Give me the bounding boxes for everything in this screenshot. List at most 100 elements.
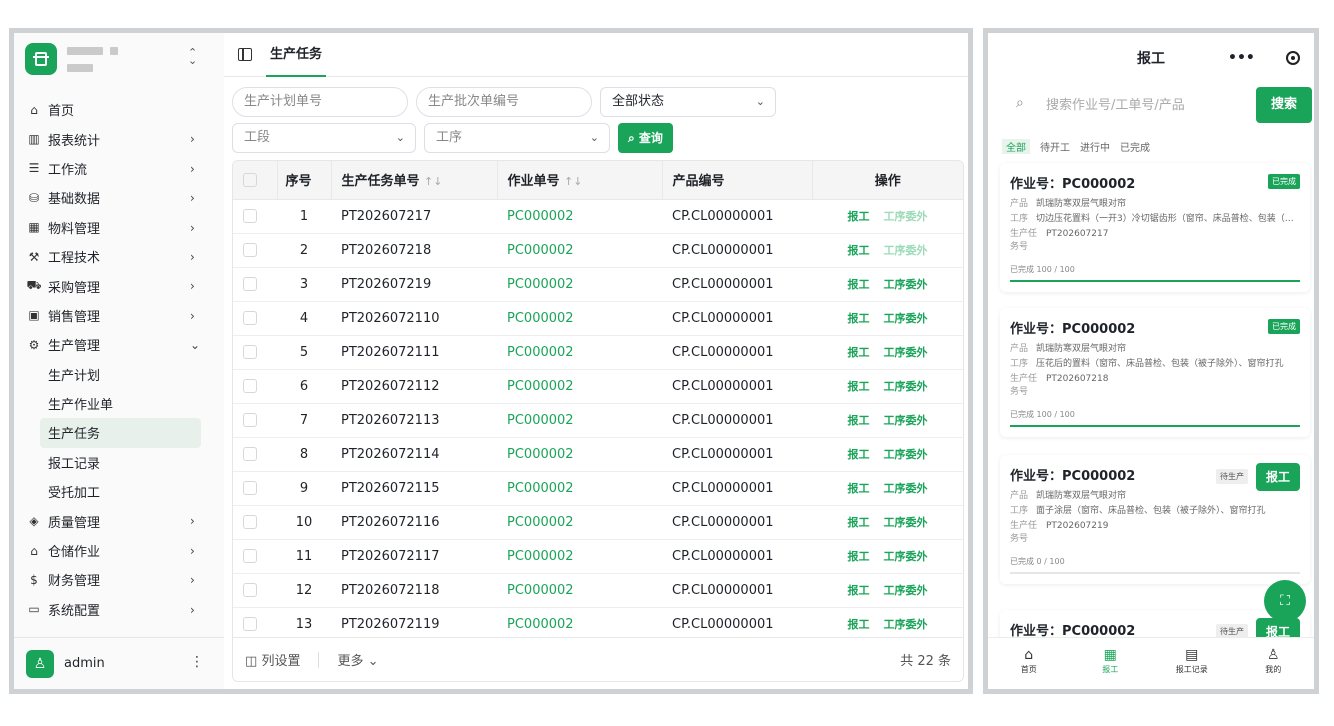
process-select[interactable]: 工序 ⌄ [424, 123, 610, 153]
outsource-link[interactable]: 工序委外 [884, 380, 928, 393]
more-vertical-icon[interactable]: ⋮ [190, 654, 204, 670]
chevron-updown-icon[interactable]: ⌃ ⌄ [188, 47, 197, 66]
row-checkbox[interactable] [243, 243, 257, 257]
report-link[interactable]: 报工 [848, 550, 870, 563]
row-work-no-link[interactable]: PC000002 [497, 301, 662, 336]
row-work-no-link[interactable]: PC000002 [497, 403, 662, 438]
row-work-no-link[interactable]: PC000002 [497, 335, 662, 370]
task-card[interactable]: 作业号：PC000002 已完成 产品 凯瑞防寒双层气眼对帘 工序 切边压花置料（一开3）… [1000, 163, 1310, 292]
sidebar-subitem[interactable]: 受托加工 [14, 477, 224, 506]
outsource-link[interactable]: 工序委外 [884, 346, 928, 359]
report-link[interactable]: 报工 [848, 618, 870, 631]
plan-no-input[interactable]: 生产计划单号 [232, 87, 408, 117]
report-link[interactable]: 报工 [848, 482, 870, 495]
row-work-no-link[interactable]: PC000002 [497, 233, 662, 268]
report-link[interactable]: 报工 [848, 210, 870, 223]
report-link[interactable]: 报工 [848, 448, 870, 461]
row-checkbox[interactable] [243, 447, 257, 461]
sidebar-item-wrench[interactable]: ⚒ 工程技术 › [14, 242, 224, 271]
nav-mine[interactable]: ♙ 我的 [1233, 638, 1315, 689]
report-link[interactable]: 报工 [848, 278, 870, 291]
close-circle-icon[interactable] [1286, 51, 1300, 65]
row-work-no-link[interactable]: PC000002 [497, 369, 662, 404]
more-dots-icon[interactable]: ••• [1228, 51, 1255, 65]
row-checkbox[interactable] [243, 515, 257, 529]
col-task-no[interactable]: 生产任务单号 ↑↓ [331, 161, 498, 200]
sidebar-item-grid[interactable]: ▦ 物料管理 › [14, 213, 224, 242]
sidebar-item-database[interactable]: ⛁ 基础数据 › [14, 183, 224, 212]
select-all-checkbox[interactable] [243, 172, 257, 187]
row-work-no-link[interactable]: PC000002 [497, 505, 662, 540]
sidebar-subitem[interactable]: 生产作业单 [14, 389, 224, 418]
sidebar-subitem[interactable]: 生产任务 [40, 418, 201, 448]
sidebar-item-gear[interactable]: ⚙ 生产管理 ⌄ [14, 330, 224, 359]
sidebar-item-home[interactable]: ⌂ 首页 [14, 95, 224, 124]
outsource-link[interactable]: 工序委外 [884, 210, 928, 223]
row-checkbox[interactable] [243, 277, 257, 291]
row-checkbox[interactable] [243, 345, 257, 359]
query-button[interactable]: ⌕ 查询 [618, 123, 673, 153]
outsource-link[interactable]: 工序委外 [884, 550, 928, 563]
row-work-no-link[interactable]: PC000002 [497, 199, 662, 234]
report-button[interactable]: 报工 [1256, 463, 1300, 491]
report-link[interactable]: 报工 [848, 244, 870, 257]
more-button[interactable]: 更多 ⌄ [337, 650, 378, 669]
status-select[interactable]: 全部状态 ⌄ [600, 87, 776, 117]
row-work-no-link[interactable]: PC000002 [497, 267, 662, 302]
sort-icon[interactable]: ↑↓ [564, 175, 582, 188]
nav-report[interactable]: ▦ 报工 [1070, 638, 1152, 689]
mobile-tab[interactable]: 待开工 [1040, 139, 1070, 154]
task-card[interactable]: 作业号：PC000002 已完成 产品 凯瑞防寒双层气眼对帘 工序 压花后的置料（窗帘、床… [1000, 308, 1310, 437]
sidebar-item-list[interactable]: ☰ 工作流 › [14, 154, 224, 183]
row-work-no-link[interactable]: PC000002 [497, 573, 662, 608]
report-link[interactable]: 报工 [848, 414, 870, 427]
scan-icon[interactable]: ⛶ [1264, 580, 1306, 622]
row-checkbox[interactable] [243, 209, 257, 223]
outsource-link[interactable]: 工序委外 [884, 516, 928, 529]
mobile-search-button[interactable]: 搜索 [1256, 87, 1312, 123]
tab-production-task[interactable]: 生产任务 [266, 33, 327, 77]
row-work-no-link[interactable]: PC000002 [497, 539, 662, 574]
report-link[interactable]: 报工 [848, 516, 870, 529]
mobile-tab[interactable]: 全部 [1002, 139, 1030, 154]
report-link[interactable]: 报工 [848, 380, 870, 393]
sort-icon[interactable]: ↑↓ [424, 175, 442, 188]
report-link[interactable]: 报工 [848, 312, 870, 325]
col-work-no[interactable]: 作业单号 ↑↓ [497, 161, 663, 200]
row-checkbox[interactable] [243, 311, 257, 325]
row-work-no-link[interactable]: PC000002 [497, 471, 662, 506]
mobile-search-input[interactable]: 搜索作业号/工单号/产品 [1032, 91, 1262, 121]
sidebar-item-dollar[interactable]: $ 财务管理 › [14, 565, 224, 594]
sidebar-item-monitor[interactable]: ▭ 系统配置 › [14, 595, 224, 624]
outsource-link[interactable]: 工序委外 [884, 448, 928, 461]
mobile-tab[interactable]: 已完成 [1120, 139, 1150, 154]
row-checkbox[interactable] [243, 481, 257, 495]
batch-no-input[interactable]: 生产批次单编号 [416, 87, 592, 117]
sidebar-item-shield[interactable]: ◈ 质量管理 › [14, 506, 224, 535]
task-card[interactable]: 作业号：PC000002 待生产 报工 产品 凯瑞防寒双层气眼对帘 工序 面子涂层（窗帘、床… [1000, 455, 1310, 584]
row-checkbox[interactable] [243, 617, 257, 631]
outsource-link[interactable]: 工序委外 [884, 244, 928, 257]
row-checkbox[interactable] [243, 583, 257, 597]
outsource-link[interactable]: 工序委外 [884, 414, 928, 427]
sidebar-subitem[interactable]: 生产计划 [14, 360, 224, 389]
outsource-link[interactable]: 工序委外 [884, 618, 928, 631]
row-work-no-link[interactable]: PC000002 [497, 607, 662, 642]
nav-home[interactable]: ⌂ 首页 [988, 638, 1070, 689]
row-checkbox[interactable] [243, 379, 257, 393]
sidebar-item-receipt[interactable]: ▣ 销售管理 › [14, 301, 224, 330]
sidebar-item-warehouse[interactable]: ⌂ 仓储作业 › [14, 536, 224, 565]
column-settings-button[interactable]: ◫ 列设置 [245, 650, 300, 669]
outsource-link[interactable]: 工序委外 [884, 482, 928, 495]
nav-report-records[interactable]: ▤ 报工记录 [1151, 638, 1233, 689]
sidebar-item-chart[interactable]: ▥ 报表统计 › [14, 124, 224, 153]
outsource-link[interactable]: 工序委外 [884, 278, 928, 291]
report-link[interactable]: 报工 [848, 584, 870, 597]
mobile-tab[interactable]: 进行中 [1080, 139, 1110, 154]
row-checkbox[interactable] [243, 413, 257, 427]
section-select[interactable]: 工段 ⌄ [232, 123, 416, 153]
row-work-no-link[interactable]: PC000002 [497, 437, 662, 472]
row-checkbox[interactable] [243, 549, 257, 563]
report-link[interactable]: 报工 [848, 346, 870, 359]
sidebar-subitem[interactable]: 报工记录 [14, 448, 224, 477]
